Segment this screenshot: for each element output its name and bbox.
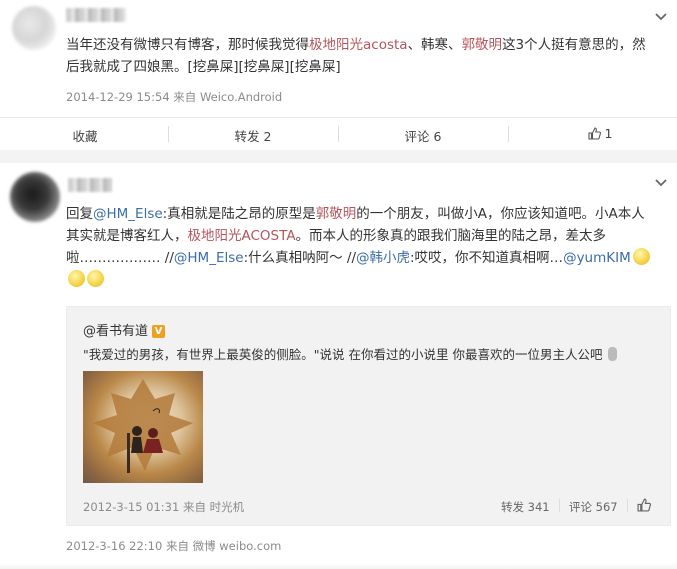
chevron-down-icon[interactable]	[654, 178, 668, 188]
name-highlight[interactable]: 郭敬明	[462, 37, 503, 53]
text-segment: 啦……………… //	[66, 250, 174, 266]
quoted-text-body: "我爱过的男孩，有世界上最英俊的侧脸。"说说 在你看过的小说里 你最喜欢的一位男…	[83, 347, 603, 362]
mention-link[interactable]: @HM_Else	[93, 206, 163, 222]
text-segment: 其实就是博客红人，	[66, 228, 188, 244]
text-segment: 、韩寒、	[407, 37, 462, 53]
thumbs-up-icon	[587, 126, 605, 141]
mention-link[interactable]: @韩小虎	[356, 250, 410, 266]
divider	[168, 126, 169, 142]
post-text: 当年还没有微博只有博客，那时候我觉得极地阳光acosta、韩寒、郭敬明这3个人挺…	[66, 34, 666, 78]
attached-image[interactable]	[83, 371, 203, 483]
repost-button[interactable]: 转发 2	[208, 126, 298, 145]
text-segment: 的一个朋友，叫做小A，你应该知道吧。小A本人	[356, 206, 645, 222]
text-segment: :哎哎，你不知道真相啊…	[410, 250, 564, 266]
divider	[508, 126, 509, 142]
quoted-author-name[interactable]: @看书有道	[83, 324, 148, 339]
mention-link[interactable]: @HM_Else	[174, 250, 244, 266]
favorite-button[interactable]: 收藏	[40, 126, 130, 145]
like-count: 1	[604, 126, 613, 141]
quoted-post[interactable]: @看书有道 V "我爱过的男孩，有世界上最英俊的侧脸。"说说 在你看过的小说里 你…	[66, 306, 671, 526]
divider	[627, 499, 628, 512]
post-text: 回复@HM_Else:真相就是陆之昂的原型是郭敬明的一个朋友，叫做小A，你应该知…	[66, 203, 671, 291]
text-segment: :什么真相呐阿～ //	[243, 250, 356, 266]
face-emoji-icon	[632, 248, 650, 265]
text-segment: :真相就是陆之昂的原型是	[162, 206, 316, 222]
name-highlight[interactable]: 郭敬明	[316, 206, 357, 222]
post-meta: 2014-12-29 15:54 来自 Weico.Android	[66, 90, 283, 104]
action-bar: 收藏 转发 2 评论 6 1	[0, 117, 677, 151]
like-button[interactable]: 1	[570, 126, 630, 141]
quoted-meta: 2012-3-15 01:31 来自 时光机	[83, 500, 245, 514]
face-emoji-icon	[68, 270, 85, 287]
avatar[interactable]	[10, 172, 60, 222]
chevron-down-icon[interactable]	[654, 12, 668, 22]
face-emoji-icon	[87, 270, 104, 287]
feed-separator	[0, 150, 677, 163]
bottom-edge	[0, 562, 677, 569]
name-highlight[interactable]: 极地阳光acosta	[309, 37, 408, 53]
text-segment: 。而本人的形象真的跟我们脑海里的陆之昂，差太多	[295, 228, 607, 244]
quoted-text: "我爱过的男孩，有世界上最英俊的侧脸。"说说 在你看过的小说里 你最喜欢的一位男…	[83, 345, 663, 365]
mention-link[interactable]: @yumKIM	[563, 250, 631, 266]
quoted-repost[interactable]: 转发 341	[501, 499, 550, 515]
text-segment: 当年还没有微博只有博客，那时候我觉得	[66, 37, 309, 53]
text-segment: 后我就成了四娘黑。[挖鼻屎][挖鼻屎][挖鼻屎]	[66, 59, 341, 75]
quoted-comment[interactable]: 评论 567	[569, 499, 618, 515]
microphone-emoji-icon	[608, 347, 618, 361]
text-segment: 这3个人挺有意思的，然	[502, 37, 646, 53]
avatar[interactable]	[12, 6, 56, 50]
username-redacted[interactable]	[66, 8, 126, 22]
quoted-author[interactable]: @看书有道 V	[83, 320, 166, 339]
divider	[559, 499, 560, 512]
divider	[338, 126, 339, 142]
post-meta: 2012-3-16 22:10 来自 微博 weibo.com	[66, 539, 282, 553]
name-highlight[interactable]: 极地阳光ACOSTA	[188, 228, 296, 244]
username-redacted[interactable]	[68, 178, 112, 192]
reply-prefix: 回复	[66, 206, 93, 222]
comment-button[interactable]: 评论 6	[378, 126, 468, 145]
verified-badge-icon: V	[152, 325, 166, 338]
thumbs-up-icon[interactable]	[637, 497, 652, 516]
